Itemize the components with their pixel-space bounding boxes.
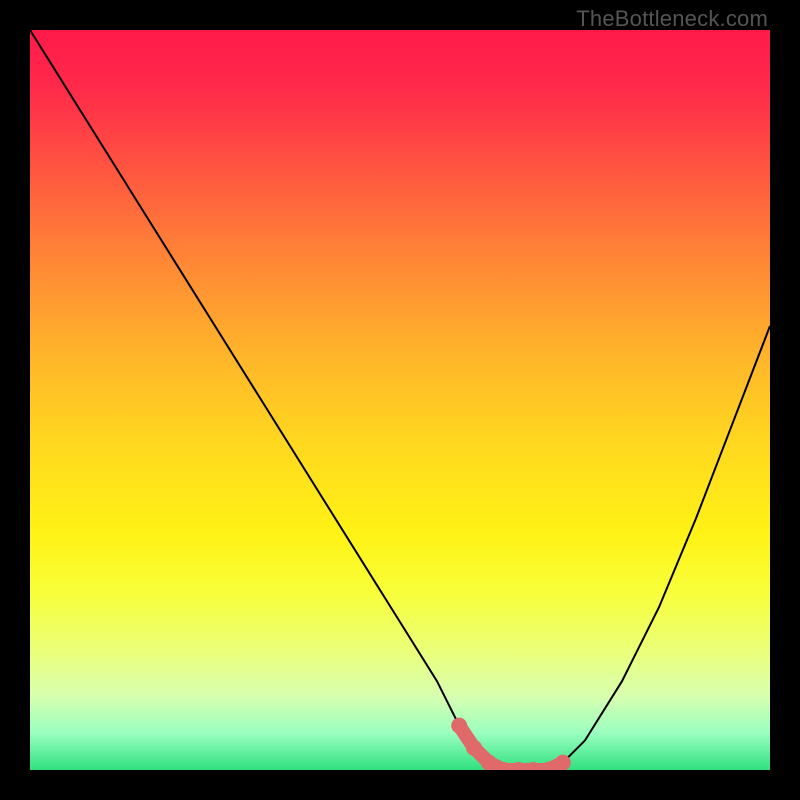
highlight-dots-group <box>451 718 571 770</box>
highlight-dot <box>466 740 482 756</box>
bottleneck-curve-line <box>30 30 770 770</box>
highlight-dot <box>481 755 497 770</box>
chart-plot-area <box>30 30 770 770</box>
highlight-dot <box>451 718 467 734</box>
highlight-dot <box>555 755 571 770</box>
chart-svg <box>30 30 770 770</box>
watermark-text: TheBottleneck.com <box>576 6 768 32</box>
